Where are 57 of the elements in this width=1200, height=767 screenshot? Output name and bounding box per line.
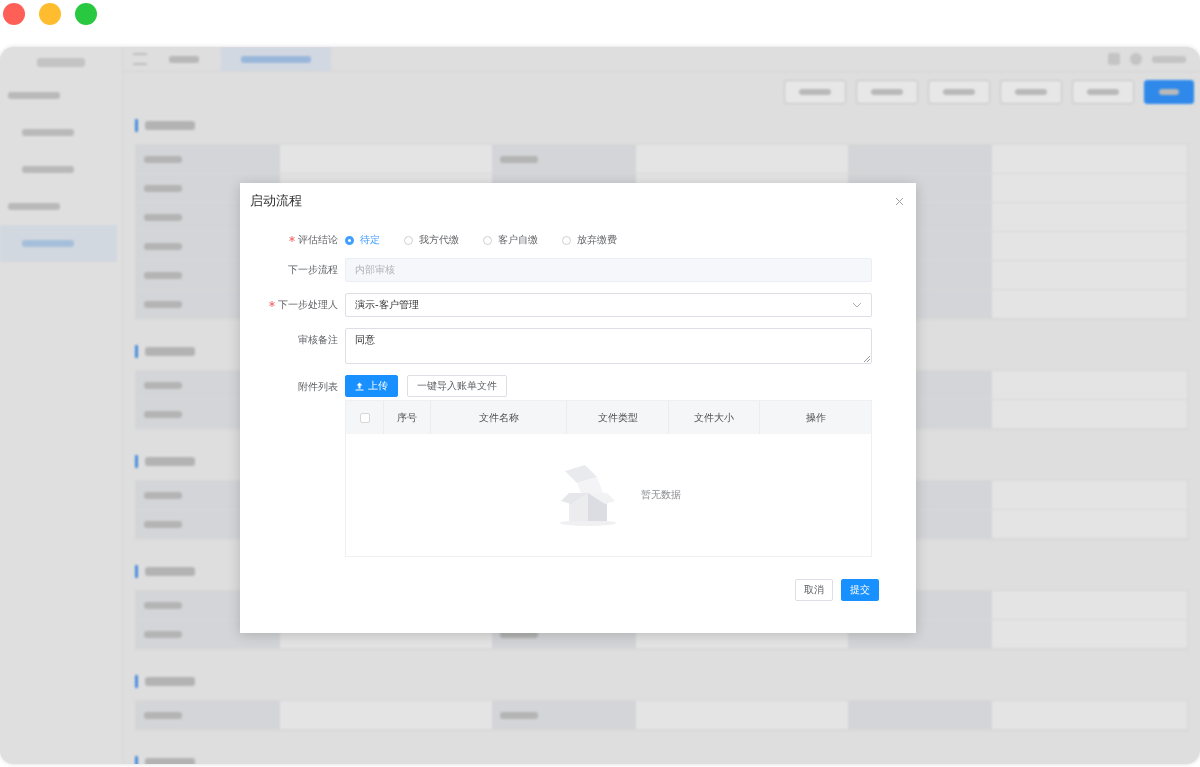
blurred-heading xyxy=(145,346,195,356)
toolbar-button[interactable] xyxy=(928,80,990,104)
column-header: 文件类型 xyxy=(597,410,638,425)
toolbar-button[interactable] xyxy=(856,80,918,104)
text-area[interactable]: 同意 xyxy=(345,328,872,364)
section-marker xyxy=(135,674,138,688)
column-header: 操作 xyxy=(805,410,826,425)
blurred-menu-item[interactable] xyxy=(8,203,60,210)
cancel-button[interactable]: 取消 xyxy=(795,579,833,601)
chevron-down-icon xyxy=(852,302,862,308)
toolbar-button[interactable] xyxy=(1000,80,1062,104)
select-field[interactable]: 演示-客户管理 xyxy=(345,293,872,317)
checkbox[interactable] xyxy=(359,412,370,423)
zoom-window-button[interactable] xyxy=(75,3,97,25)
toolbar-button[interactable] xyxy=(1072,80,1134,104)
minimize-window-button[interactable] xyxy=(39,3,61,25)
blurred-heading xyxy=(145,120,195,130)
field-label: 下一步流程 xyxy=(288,264,338,275)
dialog-title: 启动流程 xyxy=(250,192,302,210)
primary-toolbar-button[interactable] xyxy=(1144,80,1194,104)
blurred-heading xyxy=(145,757,195,764)
blurred-heading xyxy=(145,456,195,466)
blurred-menu-item[interactable] xyxy=(8,92,60,99)
section-marker xyxy=(135,344,138,358)
blurred-logo xyxy=(37,57,85,67)
blurred-heading xyxy=(145,676,195,686)
toolbar-button[interactable] xyxy=(784,80,846,104)
required-mark-icon xyxy=(269,301,275,307)
active-menu-item[interactable] xyxy=(0,225,117,262)
radio-option[interactable]: 客户自缴 xyxy=(483,233,538,247)
chat-icon[interactable] xyxy=(1130,53,1142,65)
field-label: 审核备注 xyxy=(298,334,338,345)
field-label: 下一步处理人 xyxy=(278,299,338,310)
column-header: 序号 xyxy=(397,410,417,425)
blurred-user-name[interactable] xyxy=(1152,56,1186,63)
required-mark-icon xyxy=(289,236,295,242)
close-icon[interactable] xyxy=(895,196,904,206)
close-window-button[interactable] xyxy=(3,3,25,25)
field-label: 评估结论 xyxy=(298,234,338,245)
resize-grip-icon xyxy=(864,356,870,362)
active-tab[interactable] xyxy=(221,47,331,71)
grid-icon[interactable] xyxy=(1108,53,1120,65)
field-label: 附件列表 xyxy=(298,381,338,392)
column-header: 文件名称 xyxy=(478,410,519,425)
import-button[interactable]: 一键导入账单文件 xyxy=(407,375,507,397)
radio-button[interactable] xyxy=(345,235,354,245)
section-marker xyxy=(135,118,138,132)
empty-text: 暂无数据 xyxy=(640,488,681,502)
radio-option[interactable]: 我方代缴 xyxy=(404,233,459,247)
radio-option[interactable]: 放弃缴费 xyxy=(562,233,617,247)
column-header: 文件大小 xyxy=(694,410,734,425)
upload-icon xyxy=(355,381,364,391)
section-marker xyxy=(135,564,138,578)
blurred-menu-item[interactable] xyxy=(22,166,74,173)
section-marker xyxy=(135,454,138,468)
blurred-menu-item[interactable] xyxy=(22,129,74,136)
blurred-heading xyxy=(145,566,195,576)
